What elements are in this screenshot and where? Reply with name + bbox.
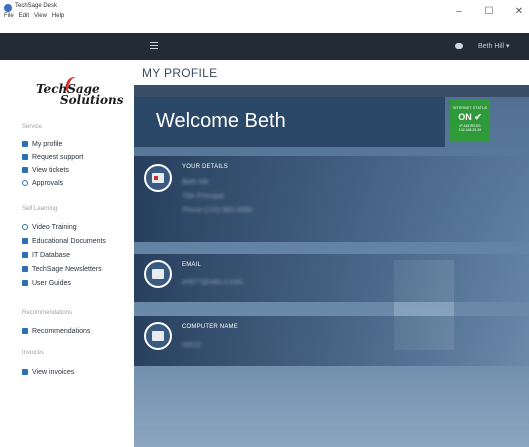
email-title: EMAIL bbox=[182, 262, 202, 268]
your-details-card: YOUR DETAILS Beth Hill Title Principal P… bbox=[134, 156, 529, 242]
sidebar-item-user-guides[interactable]: User Guides bbox=[22, 278, 71, 288]
details-role: Title Principal bbox=[182, 193, 224, 200]
internet-status-label: INTERNET STATUS bbox=[452, 106, 488, 110]
sidebar-item-request-support[interactable]: Request support bbox=[22, 152, 83, 162]
sidebar-item-label: Video Training bbox=[32, 223, 77, 231]
app-icon bbox=[4, 4, 12, 12]
window-title: TechSage Desk bbox=[15, 3, 58, 9]
database-icon bbox=[22, 252, 28, 258]
close-button[interactable]: ✕ bbox=[513, 6, 525, 17]
internet-status-value: ON ✔ bbox=[458, 112, 482, 122]
sidebar-item-label: Educational Documents bbox=[32, 237, 106, 245]
tickets-icon bbox=[22, 167, 28, 173]
section-service: Service bbox=[22, 124, 43, 130]
sidebar-item-label: IT Database bbox=[32, 251, 71, 259]
sidebar-item-approvals[interactable]: Approvals bbox=[22, 178, 63, 188]
book-icon bbox=[22, 238, 28, 244]
section-self-learning: Self Learning bbox=[22, 206, 58, 212]
menu-edit[interactable]: Edit bbox=[19, 13, 29, 19]
sidebar-item-label: TechSage Newsletters bbox=[32, 265, 102, 273]
sidebar-item-label: User Guides bbox=[32, 279, 71, 287]
sidebar-item-label: Approvals bbox=[32, 179, 64, 187]
user-menu[interactable]: Beth Hill ▾ bbox=[478, 42, 510, 50]
sidebar-item-label: Request support bbox=[32, 153, 84, 161]
menu-bar: File Edit View Help bbox=[4, 13, 64, 19]
computer-name-title: COMPUTER NAME bbox=[182, 324, 238, 330]
sidebar-item-view-tickets[interactable]: View tickets bbox=[22, 165, 69, 175]
minimize-button[interactable]: – bbox=[453, 6, 465, 17]
maximize-button[interactable]: ☐ bbox=[483, 6, 495, 17]
sidebar-item-label: Recommendations bbox=[32, 327, 91, 335]
window-titlebar: TechSage Desk File Edit View Help – ☐ ✕ bbox=[0, 0, 529, 24]
sidebar-item-label: View invoices bbox=[32, 368, 75, 376]
sidebar-item-view-invoices[interactable]: View invoices bbox=[22, 367, 74, 377]
invoice-icon bbox=[22, 369, 28, 375]
sidebar-item-newsletters[interactable]: TechSage Newsletters bbox=[22, 264, 102, 274]
page-header: MY PROFILE bbox=[134, 60, 529, 85]
page-title: MY PROFILE bbox=[142, 66, 218, 80]
welcome-text: Welcome Beth bbox=[156, 110, 286, 132]
background-floor-decoration bbox=[134, 360, 529, 447]
details-name: Beth Hill bbox=[182, 179, 209, 186]
computer-name-card: COMPUTER NAME NIK12 bbox=[134, 316, 529, 366]
ip-address-value: 192.168.25.39 bbox=[458, 128, 482, 132]
sidebar-item-educational-documents[interactable]: Educational Documents bbox=[22, 236, 106, 246]
details-phone: Phone (210) 863-3060 bbox=[182, 207, 253, 214]
section-invoices: Invoices bbox=[22, 350, 45, 356]
welcome-banner: Welcome Beth bbox=[134, 97, 445, 147]
internet-status-badge: INTERNET STATUS ON ✔ IP ADDRESS 192.168.… bbox=[450, 100, 490, 142]
user-icon bbox=[22, 141, 28, 147]
sidebar-item-recommendations[interactable]: Recommendations bbox=[22, 326, 90, 336]
header-shade bbox=[134, 85, 529, 97]
menu-help[interactable]: Help bbox=[52, 13, 64, 19]
computer-icon bbox=[144, 322, 172, 350]
guide-icon bbox=[22, 280, 28, 286]
tag-icon bbox=[22, 154, 28, 160]
sidebar-item-video-training[interactable]: Video Training bbox=[22, 222, 77, 232]
id-card-icon bbox=[144, 164, 172, 192]
window-controls: – ☐ ✕ bbox=[453, 6, 525, 17]
computer-name-value: NIK12 bbox=[182, 342, 202, 349]
menu-file[interactable]: File bbox=[4, 13, 14, 19]
sidebar-item-label: My profile bbox=[32, 140, 63, 148]
your-details-title: YOUR DETAILS bbox=[182, 164, 228, 170]
menu-view[interactable]: View bbox=[34, 13, 47, 19]
main-content: MY PROFILE Welcome Beth INTERNET STATUS … bbox=[134, 60, 529, 447]
section-recommendations: Recommendations bbox=[22, 310, 73, 316]
email-icon bbox=[144, 260, 172, 288]
sidebar-item-my-profile[interactable]: My profile bbox=[22, 139, 62, 149]
logo-line2: Solutions bbox=[60, 93, 124, 107]
sidebar: TechSage Solutions Service My profile Re… bbox=[16, 60, 134, 447]
sidebar-item-label: View tickets bbox=[32, 166, 69, 174]
chat-icon[interactable] bbox=[455, 43, 463, 49]
sidebar-item-it-database[interactable]: IT Database bbox=[22, 250, 70, 260]
newsletter-icon bbox=[22, 266, 28, 272]
recommendations-icon bbox=[22, 328, 28, 334]
app-topbar: Beth Hill ▾ bbox=[0, 33, 529, 60]
thumbs-up-icon bbox=[22, 180, 28, 186]
email-card: EMAIL eh877@sats.rr.com bbox=[134, 254, 529, 302]
lightbulb-icon bbox=[22, 224, 28, 230]
company-logo: TechSage Solutions bbox=[30, 74, 124, 112]
email-value: eh877@sats.rr.com bbox=[182, 279, 243, 286]
hamburger-menu-icon[interactable] bbox=[150, 42, 158, 49]
